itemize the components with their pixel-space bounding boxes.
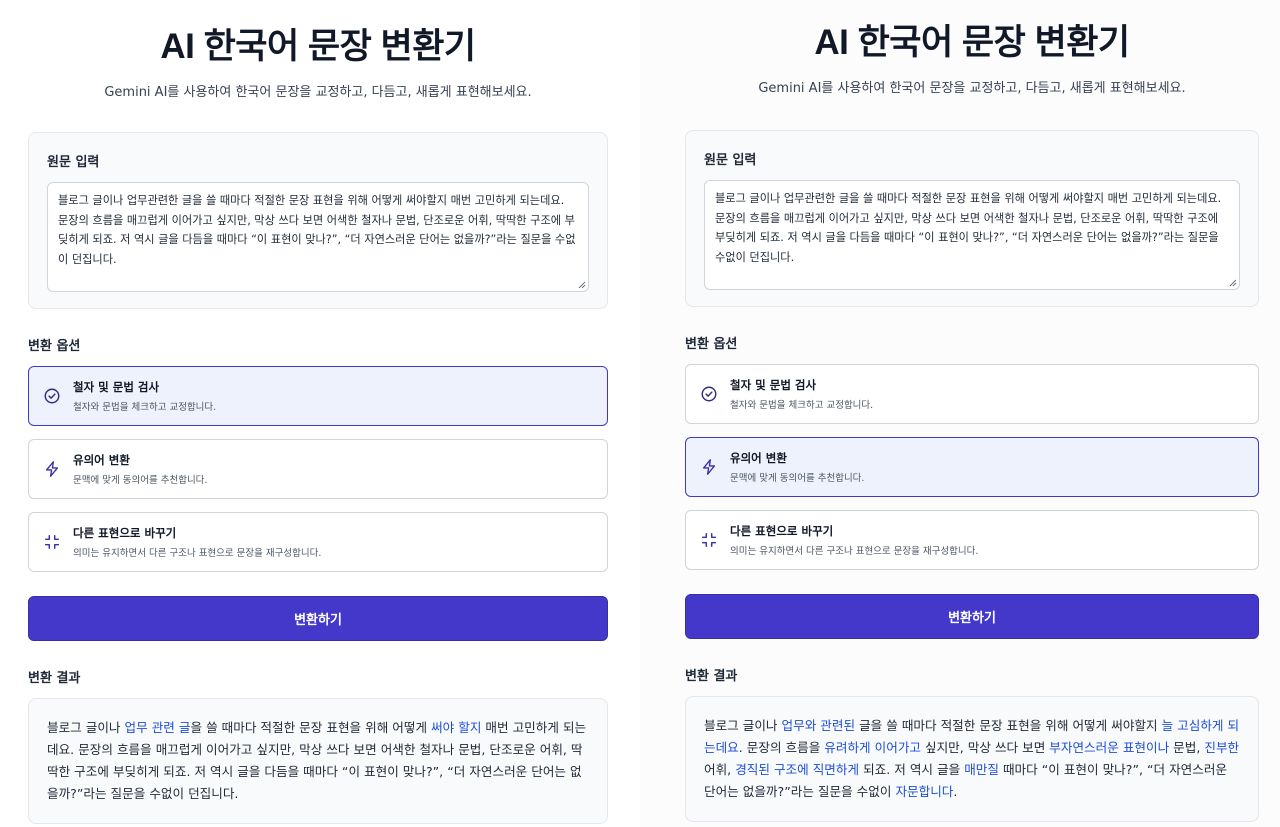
highlighted-change: 자문합니다: [895, 784, 954, 799]
check-circle-icon: [44, 388, 60, 404]
result-text: 블로그 글이나 업무와 관련된 글을 쓸 때마다 적절한 문장 표현을 위해 어…: [704, 715, 1240, 803]
option-desc: 의미는 유지하면서 다른 구조나 표현으로 문장을 재구성합니다.: [730, 546, 979, 557]
page-title: AI 한국어 문장 변환기: [814, 23, 1130, 62]
option-synonym[interactable]: 유의어 변환 문맥에 맞게 동의어를 추천합니다.: [685, 437, 1259, 497]
resize-grip-icon[interactable]: [578, 281, 586, 289]
highlighted-change: 부자연스러운 표현이나: [1049, 740, 1170, 755]
option-title: 다른 표현으로 바꾸기: [730, 524, 834, 538]
input-card: 원문 입력 블로그 글이나 업무관련한 글을 쓸 때마다 적절한 문장 표현을 …: [28, 132, 608, 309]
option-title: 철자 및 문법 검사: [73, 380, 160, 394]
result-card: 블로그 글이나 업무와 관련된 글을 쓸 때마다 적절한 문장 표현을 위해 어…: [685, 696, 1259, 822]
highlighted-change: 경직된 구조에 직면하게: [735, 762, 860, 777]
shrink-icon: [701, 532, 717, 548]
result-label: 변환 결과: [28, 671, 81, 686]
option-rephrase[interactable]: 다른 표현으로 바꾸기 의미는 유지하면서 다른 구조나 표현으로 문장을 재구…: [28, 512, 608, 572]
result-card: 블로그 글이나 업무 관련 글을 쓸 때마다 적절한 문장 표현을 위해 어떻게…: [28, 698, 608, 824]
highlighted-change: 매만질: [964, 762, 999, 777]
input-card: 원문 입력 블로그 글이나 업무관련한 글을 쓸 때마다 적절한 문장 표현을 …: [685, 130, 1259, 307]
result-segment: 글을 쓸 때마다 적절한 문장 표현을 위해 어떻게 써야할지: [855, 718, 1162, 733]
shrink-icon: [44, 534, 60, 550]
source-textarea[interactable]: 블로그 글이나 업무관련한 글을 쓸 때마다 적절한 문장 표현을 위해 어떻게…: [47, 182, 589, 292]
option-desc: 문맥에 맞게 동의어를 추천합니다.: [730, 473, 865, 484]
result-segment: 어휘,: [704, 762, 736, 777]
highlighted-change: 유려하게 이어가고: [824, 740, 921, 755]
convert-button[interactable]: 변환하기: [685, 594, 1259, 639]
options-label: 변환 옵션: [28, 339, 81, 354]
options-list: 철자 및 문법 검사 철자와 문법을 체크하고 교정합니다. 유의어 변환 문맥…: [685, 364, 1259, 570]
page-title: AI 한국어 문장 변환기: [160, 27, 476, 66]
source-text: 블로그 글이나 업무관련한 글을 쓸 때마다 적절한 문장 표현을 위해 어떻게…: [715, 192, 1222, 264]
options-list: 철자 및 문법 검사 철자와 문법을 체크하고 교정합니다. 유의어 변환 문맥…: [28, 366, 608, 572]
option-synonym[interactable]: 유의어 변환 문맥에 맞게 동의어를 추천합니다.: [28, 439, 608, 499]
highlighted-change: 진부한: [1204, 740, 1240, 755]
highlighted-change: 업무 관련 글: [124, 720, 191, 735]
result-segment: 블로그 글이나: [47, 720, 125, 735]
option-desc: 문맥에 맞게 동의어를 추천합니다.: [73, 475, 208, 486]
result-segment: .: [953, 784, 958, 799]
result-segment: 싶지만, 막상 쓰다 보면: [921, 740, 1050, 755]
page-subtitle: Gemini AI를 사용하여 한국어 문장을 교정하고, 다듬고, 새롭게 표…: [758, 81, 1186, 96]
options-label: 변환 옵션: [685, 337, 738, 352]
result-segment: 되죠. 저 역시 글을: [859, 762, 965, 777]
input-label: 원문 입력: [704, 153, 757, 168]
source-textarea[interactable]: 블로그 글이나 업무관련한 글을 쓸 때마다 적절한 문장 표현을 위해 어떻게…: [704, 180, 1240, 290]
lightning-icon: [702, 459, 716, 475]
resize-grip-icon[interactable]: [1229, 279, 1237, 287]
page-subtitle: Gemini AI를 사용하여 한국어 문장을 교정하고, 다듬고, 새롭게 표…: [104, 85, 532, 100]
option-title: 다른 표현으로 바꾸기: [73, 526, 177, 540]
result-segment: 블로그 글이나: [704, 718, 782, 733]
option-desc: 의미는 유지하면서 다른 구조나 표현으로 문장을 재구성합니다.: [73, 548, 322, 559]
option-title: 유의어 변환: [730, 451, 787, 465]
check-circle-icon: [701, 386, 717, 402]
option-desc: 철자와 문법을 체크하고 교정합니다.: [730, 400, 874, 411]
result-text: 블로그 글이나 업무 관련 글을 쓸 때마다 적절한 문장 표현을 위해 어떻게…: [47, 717, 589, 805]
input-label: 원문 입력: [47, 155, 100, 170]
option-spell-grammar[interactable]: 철자 및 문법 검사 철자와 문법을 체크하고 교정합니다.: [28, 366, 608, 426]
result-segment: 문법,: [1169, 740, 1205, 755]
option-desc: 철자와 문법을 체크하고 교정합니다.: [73, 402, 217, 413]
right-app-panel: AI 한국어 문장 변환기 Gemini AI를 사용하여 한국어 문장을 교정…: [640, 0, 1280, 827]
convert-button[interactable]: 변환하기: [28, 596, 608, 641]
option-title: 유의어 변환: [73, 453, 130, 467]
option-spell-grammar[interactable]: 철자 및 문법 검사 철자와 문법을 체크하고 교정합니다.: [685, 364, 1259, 424]
result-label: 변환 결과: [685, 669, 738, 684]
lightning-icon: [45, 461, 59, 477]
result-segment: 을 쓸 때마다 적절한 문장 표현을 위해 어떻게: [190, 720, 432, 735]
highlighted-change: 업무와 관련된: [781, 718, 856, 733]
source-text: 블로그 글이나 업무관련한 글을 쓸 때마다 적절한 문장 표현을 위해 어떻게…: [58, 194, 576, 266]
left-app-panel: AI 한국어 문장 변환기 Gemini AI를 사용하여 한국어 문장을 교정…: [0, 0, 640, 827]
option-rephrase[interactable]: 다른 표현으로 바꾸기 의미는 유지하면서 다른 구조나 표현으로 문장을 재구…: [685, 510, 1259, 570]
highlighted-change: 써야 할지: [431, 720, 482, 735]
option-title: 철자 및 문법 검사: [730, 378, 817, 392]
result-segment: . 문장의 흐름을: [738, 740, 825, 755]
